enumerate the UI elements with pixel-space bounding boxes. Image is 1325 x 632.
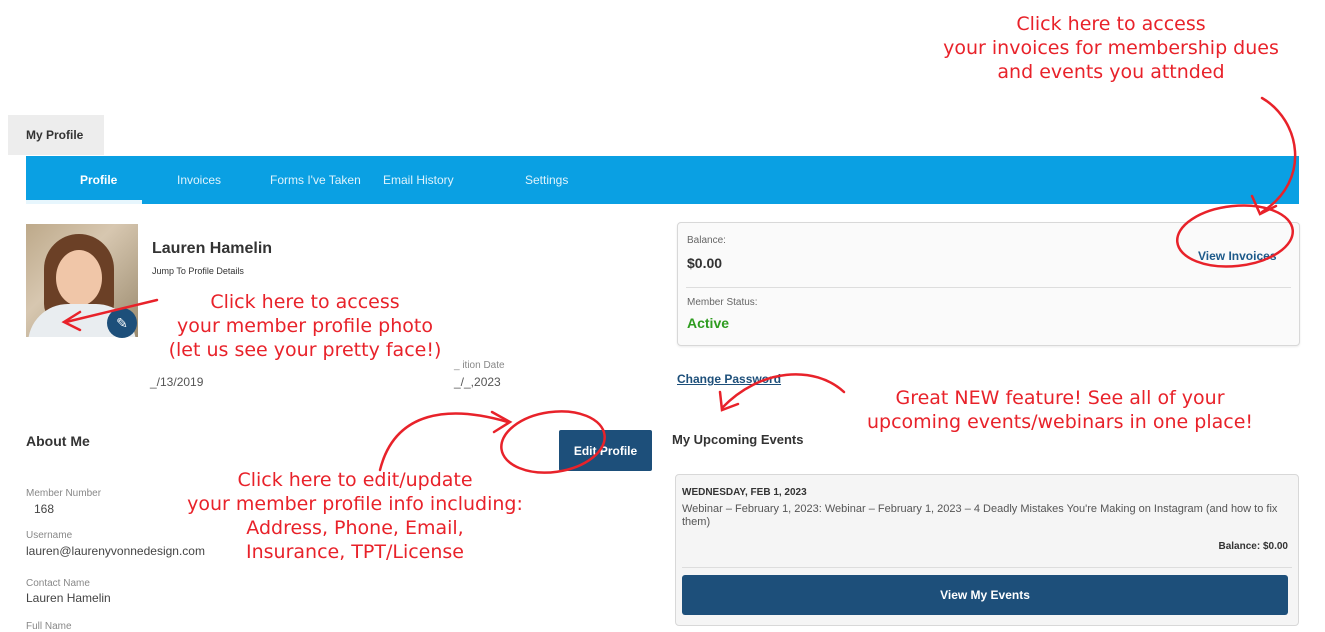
about-me-heading: About Me [26,433,90,449]
edit-arrow [378,412,510,472]
jump-to-profile-link[interactable]: Jump To Profile Details [152,266,244,276]
events-arrowhead [718,390,740,412]
profile-nav-bar: Profile Invoices Forms I've Taken Email … [26,156,1299,204]
event-balance: Balance: $0.00 [1218,541,1289,552]
edit-profile-button[interactable]: Edit Profile [559,430,652,471]
expiration-date-value: _/_,2023 [454,375,501,389]
full-name-label: Full Name [26,621,72,632]
member-since-value: _/13/2019 [150,375,204,389]
balance-card: Balance: $0.00 View Invoices Member Stat… [677,222,1300,346]
tab-settings[interactable]: Settings [525,156,568,204]
event-date: WEDNESDAY, FEB 1, 2023 [682,487,807,498]
upcoming-events-heading: My Upcoming Events [672,432,804,447]
view-my-events-button[interactable]: View My Events [682,575,1288,615]
member-status-value: Active [687,315,730,331]
event-card: WEDNESDAY, FEB 1, 2023 Webinar – Februar… [675,474,1299,626]
change-password-link[interactable]: Change Password [677,372,781,386]
tab-profile[interactable]: Profile [80,156,117,204]
event-title: Webinar – February 1, 2023: Webinar – Fe… [682,503,1278,528]
tab-my-profile[interactable]: My Profile [8,115,104,155]
events-annotation: Great NEW feature! See all of your upcom… [866,387,1253,433]
member-number-label: Member Number [26,488,102,499]
tab-forms-taken[interactable]: Forms I've Taken [270,156,361,204]
member-name: Lauren Hamelin [152,240,273,257]
member-number-value: 168 [34,502,55,516]
balance-label: Balance: [687,235,726,246]
tab-invoices[interactable]: Invoices [177,156,221,204]
contact-name-value: Lauren Hamelin [26,591,111,605]
balance-value: $0.00 [687,255,723,271]
edit-arrowhead [490,410,513,434]
edit-annotation: Click here to edit/update your member pr… [187,469,523,563]
invoices-annotation: Click here to access your invoices for m… [943,13,1279,83]
contact-name-label: Contact Name [26,578,90,589]
view-invoices-link[interactable]: View Invoices [1198,249,1277,263]
tab-email-history[interactable]: Email History [383,156,454,204]
username-label: Username [26,530,73,541]
member-status-label: Member Status: [687,297,758,308]
photo-annotation: Click here to access your member profile… [168,291,442,361]
active-tab-indicator [26,200,142,204]
